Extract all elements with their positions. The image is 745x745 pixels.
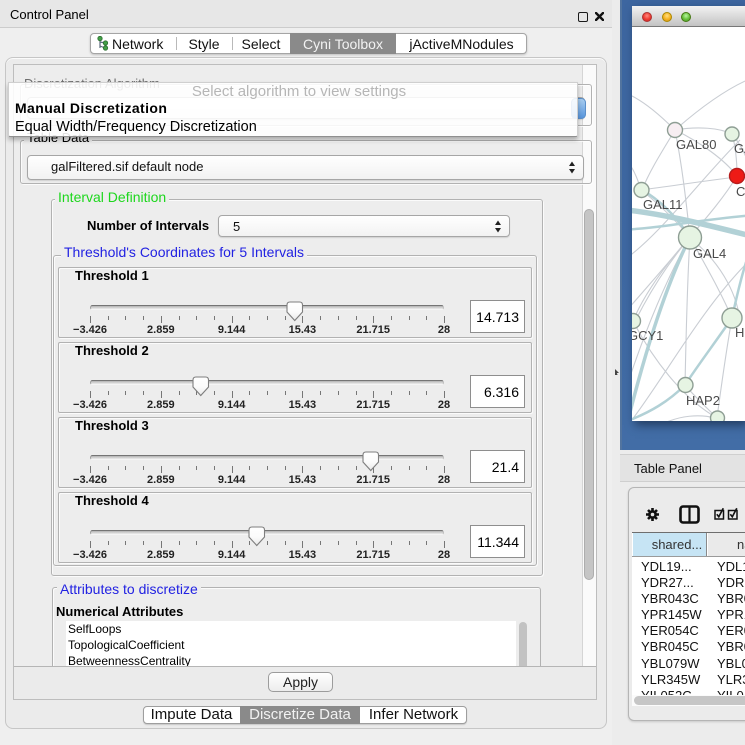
svg-text:HAP2: HAP2 <box>686 393 720 408</box>
svg-text:GCY1: GCY1 <box>632 328 663 343</box>
svg-text:GAL11: GAL11 <box>643 197 683 212</box>
svg-text:GA: GA <box>734 141 745 156</box>
svg-text:C: C <box>736 184 745 199</box>
svg-text:H: H <box>735 325 744 340</box>
svg-text:GAL80: GAL80 <box>676 137 716 152</box>
svg-text:GAL4: GAL4 <box>693 246 726 261</box>
